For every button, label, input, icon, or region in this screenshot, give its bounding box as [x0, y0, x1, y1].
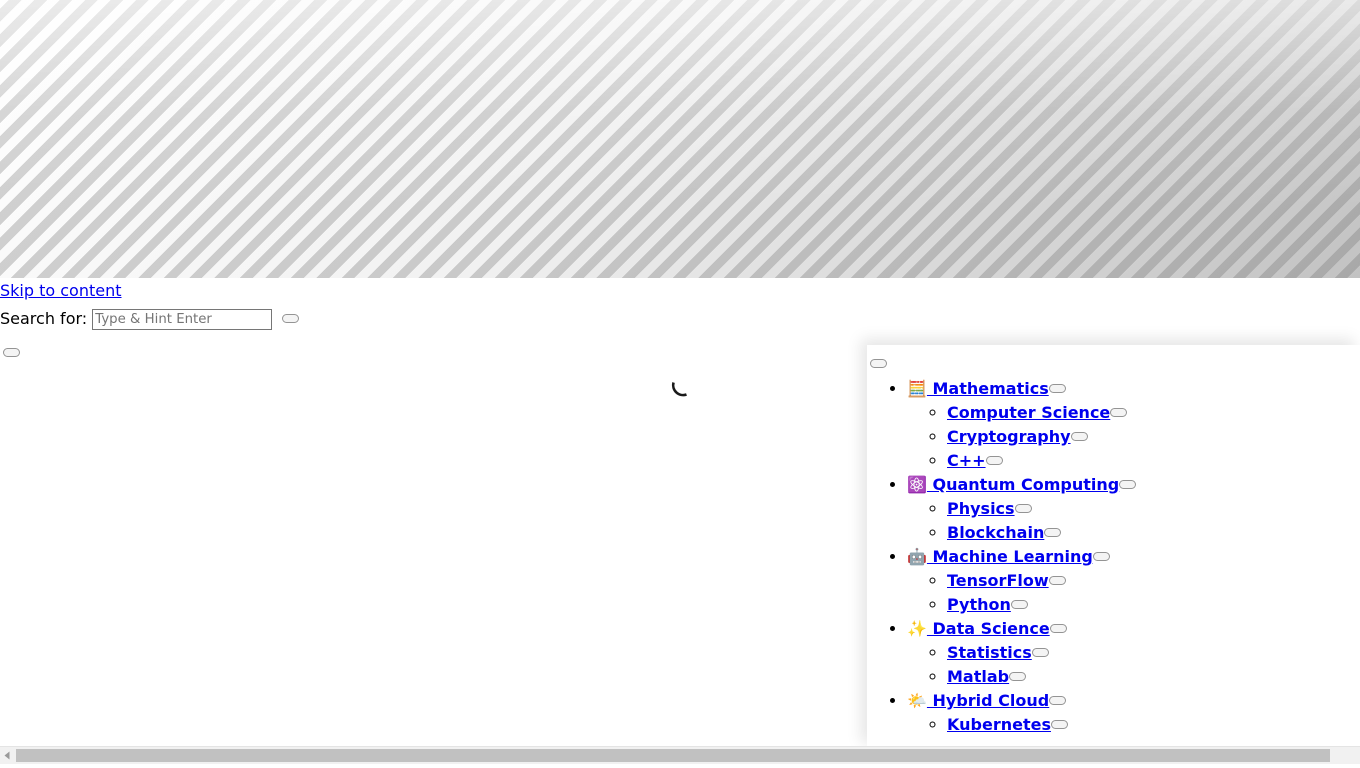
abacus-icon: 🧮 [907, 379, 927, 398]
scroll-left-arrow-icon[interactable] [0, 747, 15, 764]
submenu-machine-learning: TensorFlow Python [907, 569, 1360, 617]
menu-label-hybrid-cloud: Hybrid Cloud [932, 691, 1050, 710]
search-input[interactable] [92, 309, 273, 330]
submenu-quantum-computing: Physics Blockchain [907, 497, 1360, 545]
submenu-toggle-quantum-computing[interactable] [1119, 480, 1137, 489]
skip-link-row: Skip to content [0, 278, 1360, 301]
sparkles-icon: ✨ [907, 619, 927, 638]
submenu-toggle-blockchain[interactable] [1044, 528, 1062, 537]
menu-item-matlab: Matlab [947, 665, 1360, 689]
menu-item-physics: Physics [947, 497, 1360, 521]
menu-link-mathematics[interactable]: 🧮 Mathematics [907, 379, 1049, 398]
menu-item-python: Python [947, 593, 1360, 617]
submenu-data-science: Statistics Matlab [907, 641, 1360, 689]
robot-icon: 🤖 [907, 547, 927, 566]
search-label: Search for: [0, 309, 88, 328]
menu-label-mathematics: Mathematics [932, 379, 1049, 398]
submenu-toggle-matlab[interactable] [1009, 672, 1027, 681]
menu-item-mathematics: 🧮 Mathematics Computer Science Cryptogra… [907, 377, 1360, 473]
submenu-toggle-cryptography[interactable] [1070, 432, 1088, 441]
submenu-toggle-cpp[interactable] [985, 456, 1003, 465]
search-submit-button[interactable] [282, 314, 300, 323]
menu-item-quantum-computing: ⚛️ Quantum Computing Physics Blockchain [907, 473, 1360, 545]
loading-spinner [666, 370, 698, 402]
horizontal-scrollbar[interactable] [0, 746, 1360, 764]
menu-link-cryptography[interactable]: Cryptography [947, 427, 1071, 446]
skip-to-content-link[interactable]: Skip to content [0, 281, 122, 301]
submenu-mathematics: Computer Science Cryptography C++ [907, 401, 1360, 473]
menu-item-blockchain: Blockchain [947, 521, 1360, 545]
submenu-toggle-kubernetes[interactable] [1050, 720, 1068, 729]
decorative-striped-banner [0, 0, 1360, 278]
submenu-toggle-mathematics[interactable] [1048, 384, 1066, 393]
menu-link-hybrid-cloud[interactable]: 🌤️ Hybrid Cloud [907, 691, 1049, 710]
scrollbar-thumb[interactable] [16, 749, 1330, 762]
menu-label-machine-learning: Machine Learning [932, 547, 1093, 566]
submenu-hybrid-cloud: Kubernetes [907, 713, 1360, 737]
submenu-toggle-python[interactable] [1010, 600, 1028, 609]
menu-link-quantum-computing[interactable]: ⚛️ Quantum Computing [907, 475, 1119, 494]
menu-item-machine-learning: 🤖 Machine Learning TensorFlow Python [907, 545, 1360, 617]
submenu-toggle-physics[interactable] [1014, 504, 1032, 513]
banner-sheen-overlay [0, 0, 1360, 278]
menu-link-cpp[interactable]: C++ [947, 451, 986, 470]
menu-item-statistics: Statistics [947, 641, 1360, 665]
menu-link-python[interactable]: Python [947, 595, 1011, 614]
menu-toggle-button[interactable] [3, 348, 20, 357]
menu-link-matlab[interactable]: Matlab [947, 667, 1009, 686]
submenu-toggle-statistics[interactable] [1031, 648, 1049, 657]
submenu-toggle-data-science[interactable] [1049, 624, 1067, 633]
primary-menu-list: 🧮 Mathematics Computer Science Cryptogra… [867, 377, 1360, 737]
menu-item-tensorflow: TensorFlow [947, 569, 1360, 593]
panel-menu-toggle-button[interactable] [870, 359, 887, 368]
submenu-toggle-machine-learning[interactable] [1092, 552, 1110, 561]
menu-link-kubernetes[interactable]: Kubernetes [947, 715, 1051, 734]
submenu-toggle-computer-science[interactable] [1110, 408, 1128, 417]
submenu-toggle-hybrid-cloud[interactable] [1049, 696, 1067, 705]
menu-link-statistics[interactable]: Statistics [947, 643, 1032, 662]
menu-link-computer-science[interactable]: Computer Science [947, 403, 1110, 422]
menu-label-data-science: Data Science [932, 619, 1050, 638]
menu-link-machine-learning[interactable]: 🤖 Machine Learning [907, 547, 1093, 566]
menu-label-quantum-computing: Quantum Computing [932, 475, 1120, 494]
search-form: Search for: [0, 309, 1360, 330]
menu-link-tensorflow[interactable]: TensorFlow [947, 571, 1049, 590]
menu-item-kubernetes: Kubernetes [947, 713, 1360, 737]
menu-link-blockchain[interactable]: Blockchain [947, 523, 1044, 542]
menu-link-data-science[interactable]: ✨ Data Science [907, 619, 1050, 638]
menu-item-computer-science: Computer Science [947, 401, 1360, 425]
menu-item-cpp: C++ [947, 449, 1360, 473]
atom-icon: ⚛️ [907, 475, 927, 494]
menu-item-data-science: ✨ Data Science Statistics Matlab [907, 617, 1360, 689]
navigation-menu-panel: 🧮 Mathematics Computer Science Cryptogra… [867, 345, 1360, 749]
spinner-arc-icon [671, 382, 687, 397]
menu-item-cryptography: Cryptography [947, 425, 1360, 449]
menu-item-hybrid-cloud: 🌤️ Hybrid Cloud Kubernetes [907, 689, 1360, 737]
submenu-toggle-tensorflow[interactable] [1048, 576, 1066, 585]
menu-link-physics[interactable]: Physics [947, 499, 1015, 518]
sun-behind-cloud-icon: 🌤️ [907, 691, 927, 710]
